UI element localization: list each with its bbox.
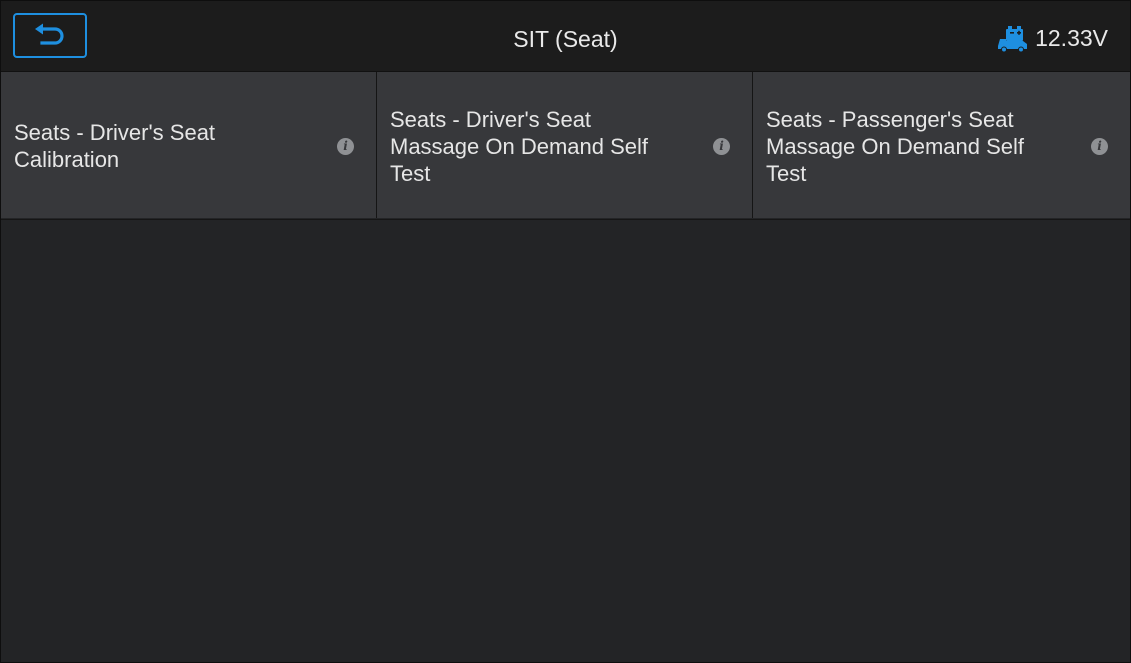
tile-label: Seats - Passenger's Seat Massage On Dema… — [766, 106, 1025, 186]
voltage-value: 12.33V — [1035, 24, 1108, 51]
tile-driver-seat-calibration[interactable]: Seats - Driver's Seat Calibration i — [1, 72, 377, 218]
top-bar: SIT (Seat) 12.33V — [1, 1, 1130, 72]
back-arrow-icon — [35, 23, 64, 45]
tile-label: Seats - Driver's Seat Calibration — [14, 120, 216, 172]
battery-voltage: 12.33V — [997, 23, 1108, 53]
info-icon[interactable]: i — [337, 138, 354, 155]
tile-label: Seats - Driver's Seat Massage On Demand … — [390, 106, 649, 186]
info-icon[interactable]: i — [1091, 138, 1108, 155]
back-button[interactable] — [13, 13, 87, 58]
empty-content-area — [1, 220, 1130, 662]
tile-driver-seat-massage-self-test[interactable]: Seats - Driver's Seat Massage On Demand … — [377, 72, 753, 218]
tile-passenger-seat-massage-self-test[interactable]: Seats - Passenger's Seat Massage On Dema… — [753, 72, 1130, 218]
function-grid: Seats - Driver's Seat Calibration i Seat… — [1, 72, 1130, 220]
info-icon[interactable]: i — [713, 138, 730, 155]
app-window: SIT (Seat) 12.33V Seats - Driver's Seat … — [0, 0, 1131, 663]
vehicle-battery-icon — [998, 26, 1028, 52]
page-title: SIT (Seat) — [513, 26, 618, 52]
